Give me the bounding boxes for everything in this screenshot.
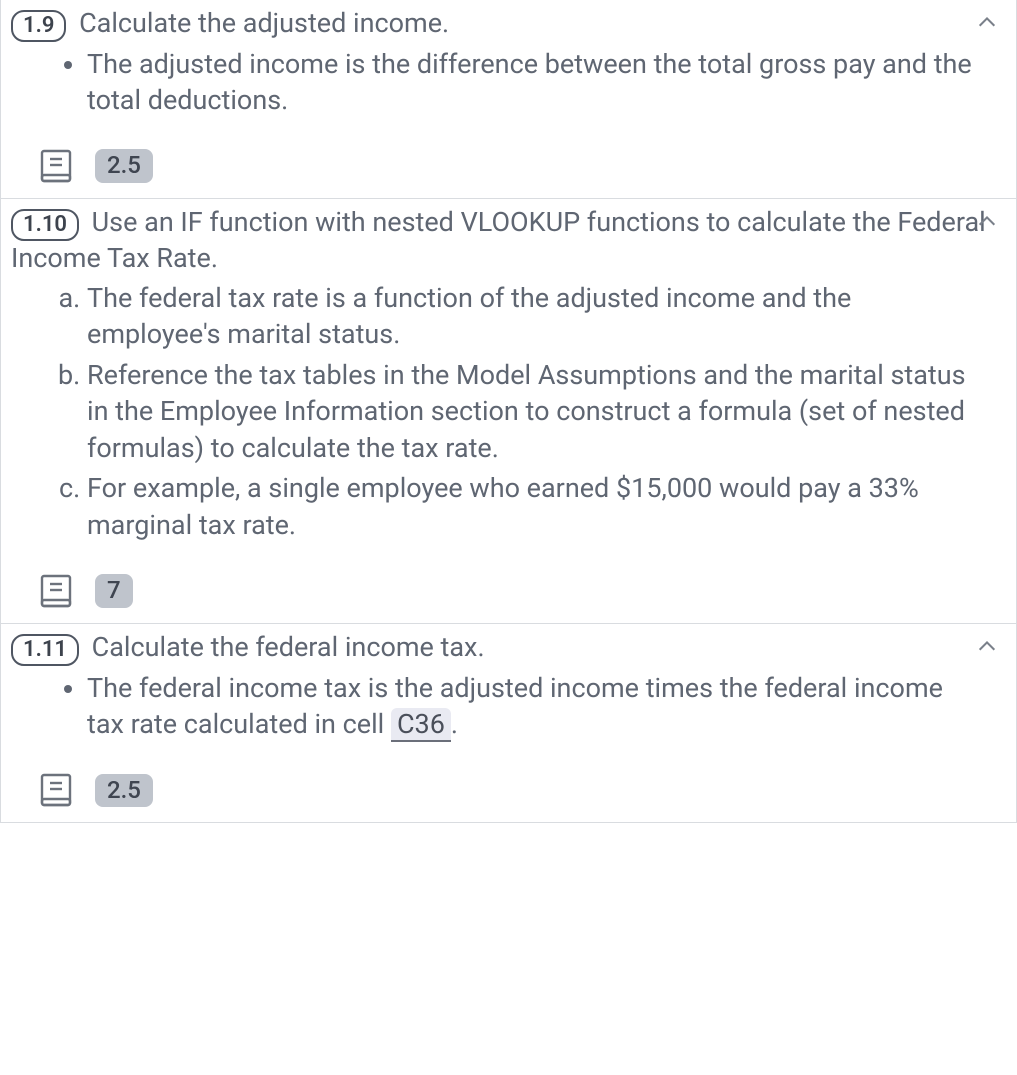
step-subitems: The federal tax rate is a function of th… <box>11 280 1006 543</box>
step-title: Calculate the adjusted income. <box>79 7 449 39</box>
step-footer: 2.5 <box>39 148 1006 184</box>
bullet-text-post: . <box>451 708 458 740</box>
step-title-line: 1.9 Calculate the adjusted income. <box>11 6 1006 42</box>
points-badge: 2.5 <box>95 149 153 183</box>
step-number-badge: 1.11 <box>11 634 79 666</box>
bullet-item: The federal income tax is the adjusted i… <box>87 670 1006 743</box>
step-title-line: 1.10 Use an IF function with nested VLOO… <box>11 205 1006 276</box>
collapse-toggle[interactable] <box>976 211 998 233</box>
step-number-badge: 1.9 <box>11 10 66 42</box>
step-bullets: The federal income tax is the adjusted i… <box>11 670 1006 743</box>
chevron-up-icon <box>976 211 998 233</box>
chevron-up-icon <box>976 636 998 658</box>
step-title: Calculate the federal income tax. <box>92 631 485 663</box>
reference-icon[interactable] <box>39 148 73 184</box>
bullet-text-pre: The federal income tax is the adjusted i… <box>87 672 943 740</box>
bullet-item: The adjusted income is the difference be… <box>87 46 1006 119</box>
reference-icon[interactable] <box>39 772 73 808</box>
step-footer: 7 <box>39 573 1006 609</box>
step-bullets: The adjusted income is the difference be… <box>11 46 1006 119</box>
subitem: Reference the tax tables in the Model As… <box>87 357 1006 466</box>
step-panel: 1.11 Calculate the federal income tax. T… <box>0 624 1017 823</box>
subitem: For example, a single employee who earne… <box>87 470 1006 543</box>
step-title: Use an IF function with nested VLOOKUP f… <box>11 206 986 274</box>
step-panel: 1.10 Use an IF function with nested VLOO… <box>0 199 1017 624</box>
reference-icon[interactable] <box>39 573 73 609</box>
step-panel: 1.9 Calculate the adjusted income. The a… <box>0 0 1017 199</box>
collapse-toggle[interactable] <box>976 12 998 34</box>
step-title-line: 1.11 Calculate the federal income tax. <box>11 630 1006 666</box>
subitem: The federal tax rate is a function of th… <box>87 280 1006 353</box>
cell-reference: C36 <box>391 708 451 742</box>
step-number-badge: 1.10 <box>11 209 79 241</box>
step-footer: 2.5 <box>39 772 1006 808</box>
points-badge: 7 <box>95 574 133 608</box>
chevron-up-icon <box>976 12 998 34</box>
points-badge: 2.5 <box>95 774 153 808</box>
collapse-toggle[interactable] <box>976 636 998 658</box>
